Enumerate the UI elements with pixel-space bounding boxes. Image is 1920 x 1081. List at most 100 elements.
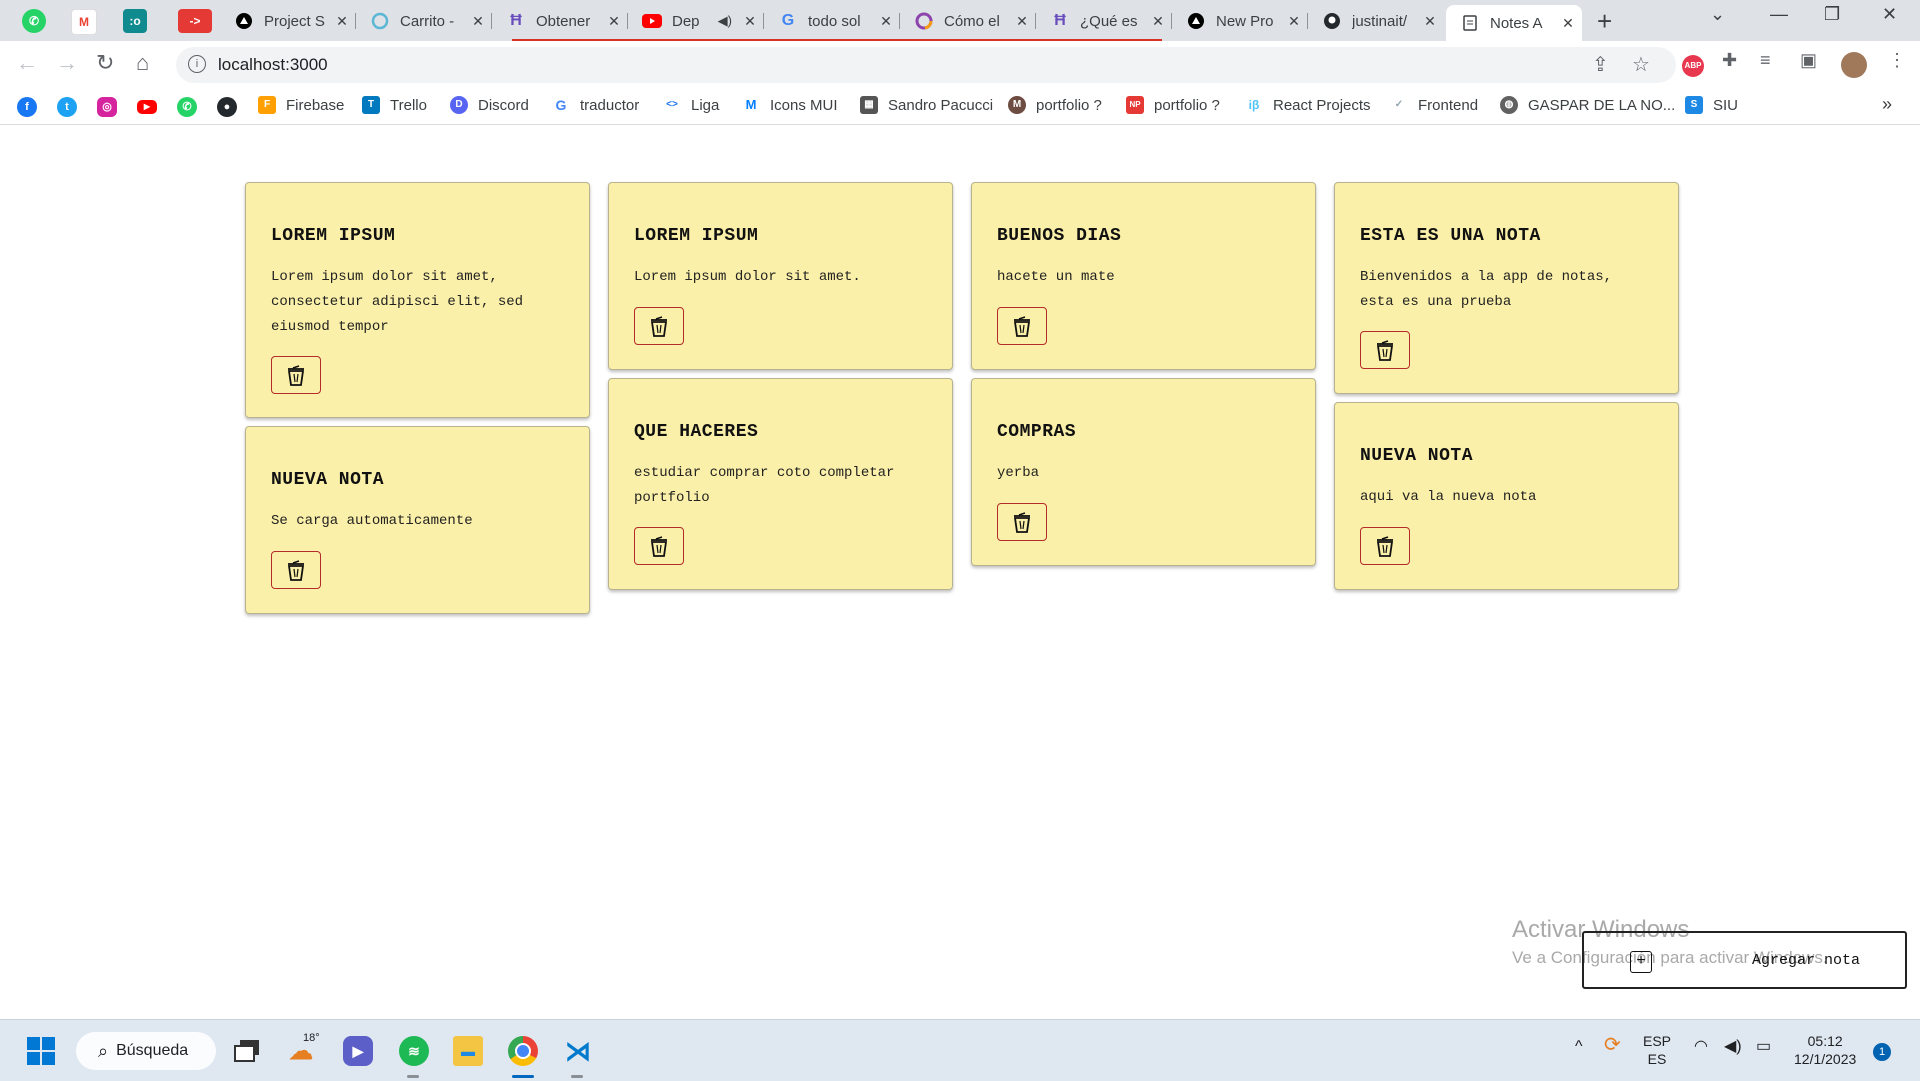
more-bookmarks-icon[interactable]: » xyxy=(1882,94,1892,115)
windows-start-icon[interactable] xyxy=(26,1036,56,1066)
note-title: QUE HACERES xyxy=(634,422,759,442)
close-window-icon[interactable]: ✕ xyxy=(1882,4,1897,25)
bookmark-frontend[interactable]: ✓ Frontend xyxy=(1390,96,1478,114)
url-text[interactable]: localhost:3000 xyxy=(218,55,328,75)
delete-note-button[interactable] xyxy=(271,551,321,589)
delete-note-button[interactable] xyxy=(1360,527,1410,565)
bookmark-firebase[interactable]: F Firebase xyxy=(258,96,344,114)
close-icon[interactable]: ✕ xyxy=(1286,13,1302,30)
add-note-button[interactable]: + Agregar nota xyxy=(1582,931,1907,989)
chevron-up-icon[interactable]: ^ xyxy=(1575,1038,1583,1056)
clock[interactable]: 05:12 12/1/2023 xyxy=(1794,1032,1856,1068)
spotify-icon[interactable]: ≋ xyxy=(399,1036,429,1066)
liga-icon: <> xyxy=(663,96,681,114)
tab-google[interactable]: G todo sol ✕ xyxy=(764,5,900,37)
back-icon[interactable]: ← xyxy=(16,50,38,76)
bookmark-discord[interactable]: D Discord xyxy=(450,96,529,114)
minimize-icon[interactable]: — xyxy=(1770,4,1788,25)
bookmark-icons-mui[interactable]: M Icons MUI xyxy=(742,96,838,114)
instagram-icon[interactable]: ◎ xyxy=(97,97,117,117)
tab-como[interactable]: Cómo el ✕ xyxy=(900,5,1036,37)
close-icon[interactable]: ✕ xyxy=(606,13,622,30)
close-icon[interactable]: ✕ xyxy=(1014,13,1030,30)
speaker-icon[interactable]: ◀) xyxy=(718,13,732,29)
bookmark-portfolio-1[interactable]: Mportfolio ? xyxy=(1008,96,1102,114)
siu-icon: S xyxy=(1685,96,1703,114)
new-tab-button[interactable]: + xyxy=(1597,6,1612,37)
delete-note-button[interactable] xyxy=(997,503,1047,541)
pinned-tab-redirect[interactable]: -> xyxy=(178,9,212,33)
delete-note-button[interactable] xyxy=(1360,331,1410,369)
bookmark-trello[interactable]: T Trello xyxy=(362,96,427,114)
share-icon[interactable]: ⇪ xyxy=(1592,52,1609,77)
address-bar[interactable]: i localhost:3000 ⇪ ☆ xyxy=(176,47,1676,83)
notification-badge[interactable]: 1 xyxy=(1873,1043,1891,1061)
gmail-icon: M xyxy=(79,15,89,29)
restore-icon[interactable]: ❐ xyxy=(1824,4,1840,25)
bookmark-traductor[interactable]: Gtraductor xyxy=(552,96,639,114)
delete-note-button[interactable] xyxy=(271,356,321,394)
close-icon[interactable]: ✕ xyxy=(742,13,758,30)
youtube-icon[interactable]: ▶ xyxy=(137,100,157,114)
tab-obtener[interactable]: Ħ Obtener ✕ xyxy=(492,5,628,37)
star-icon[interactable]: ☆ xyxy=(1632,52,1650,77)
wifi-icon[interactable]: ◠ xyxy=(1694,1038,1708,1056)
sandro-icon: ▦ xyxy=(860,96,878,114)
volume-icon[interactable]: ◀) xyxy=(1724,1038,1742,1056)
delete-note-button[interactable] xyxy=(997,307,1047,345)
bookmark-sandro-pacucci[interactable]: ▦ Sandro Pacucci xyxy=(860,96,993,114)
profile-avatar[interactable] xyxy=(1841,52,1867,78)
tab-youtube[interactable]: Dep ◀) ✕ xyxy=(628,5,764,37)
pinned-tab-whatsapp[interactable]: ✆ xyxy=(22,9,46,33)
close-icon[interactable]: ✕ xyxy=(878,13,894,30)
bookmark-liga[interactable]: <> Liga xyxy=(663,96,719,114)
bookmark-siu[interactable]: S SIU xyxy=(1685,96,1738,114)
frontend-icon: ✓ xyxy=(1390,96,1408,114)
github-icon[interactable]: ● xyxy=(217,97,237,117)
facebook-icon[interactable]: f xyxy=(17,97,37,117)
extensions-icon[interactable]: ✚ xyxy=(1722,50,1737,71)
adblock-icon[interactable]: ABP xyxy=(1682,55,1704,77)
sidepanel-icon[interactable]: ▣ xyxy=(1800,50,1817,71)
taskbar-search[interactable]: ⌕ Búsqueda xyxy=(76,1032,216,1070)
teams-chat-icon[interactable]: ▶ xyxy=(343,1036,373,1066)
tab-new-project[interactable]: New Pro ✕ xyxy=(1172,5,1308,37)
trello-icon: T xyxy=(362,96,380,114)
close-icon[interactable]: ✕ xyxy=(1422,13,1438,30)
battery-icon[interactable]: ▭ xyxy=(1756,1038,1771,1056)
tab-search-icon[interactable]: ⌄ xyxy=(1710,4,1725,25)
info-icon[interactable]: i xyxy=(188,55,206,73)
close-icon[interactable]: ✕ xyxy=(1150,13,1166,30)
bookmark-react-projects[interactable]: iβ React Projects xyxy=(1245,96,1371,114)
tab-notes-app[interactable]: Notes A ✕ xyxy=(1446,5,1582,41)
task-view-icon[interactable] xyxy=(232,1036,262,1066)
home-icon[interactable]: ⌂ xyxy=(136,50,149,76)
delete-note-button[interactable] xyxy=(634,527,684,565)
close-icon[interactable]: ✕ xyxy=(1560,15,1576,32)
language-indicator[interactable]: ESP ES xyxy=(1643,1032,1671,1068)
tab-que-es[interactable]: Ħ ¿Qué es ✕ xyxy=(1036,5,1172,37)
twitter-icon[interactable]: t xyxy=(57,97,77,117)
reload-icon[interactable]: ↻ xyxy=(96,50,114,76)
tab-project[interactable]: Project S ✕ xyxy=(220,5,356,37)
youtube-icon xyxy=(642,11,662,31)
vscode-icon[interactable]: ⋊ xyxy=(563,1036,593,1066)
media-icon[interactable]: ≡ xyxy=(1760,50,1771,71)
close-icon[interactable]: ✕ xyxy=(334,13,350,30)
pinned-tab-gmail[interactable]: M xyxy=(71,9,97,35)
bookmark-portfolio-2[interactable]: NP portfolio ? xyxy=(1126,96,1220,114)
tab-carrito[interactable]: Carrito - ✕ xyxy=(356,5,492,37)
chrome-icon[interactable] xyxy=(508,1036,538,1066)
tab-github[interactable]: justinait/ ✕ xyxy=(1308,5,1444,37)
forward-icon[interactable]: → xyxy=(56,50,78,76)
file-explorer-icon[interactable]: ▬ xyxy=(453,1036,483,1066)
menu-icon[interactable]: ⋮ xyxy=(1888,50,1906,71)
note-body: hacete un mate xyxy=(997,269,1115,285)
pinned-tab-app[interactable]: :o xyxy=(123,9,147,33)
delete-note-button[interactable] xyxy=(634,307,684,345)
close-icon[interactable]: ✕ xyxy=(470,13,486,30)
whatsapp-icon[interactable]: ✆ xyxy=(177,97,197,117)
sync-icon[interactable]: ⟳ xyxy=(1604,1035,1621,1055)
bookmark-gaspar[interactable]: ◍ GASPAR DE LA NO... xyxy=(1500,96,1675,114)
vscode-running-indicator xyxy=(571,1075,583,1078)
